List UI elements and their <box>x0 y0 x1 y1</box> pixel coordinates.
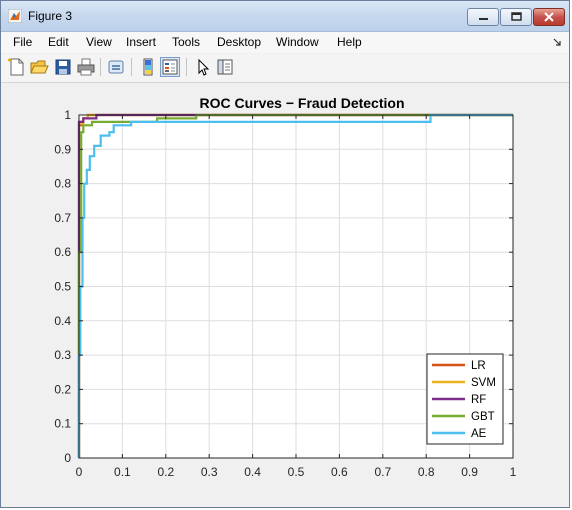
close-icon <box>544 12 554 22</box>
y-tick-label: 0.8 <box>54 177 71 191</box>
link-icon[interactable] <box>106 57 126 77</box>
menu-file[interactable]: File <box>13 35 32 49</box>
y-tick-label: 0.7 <box>54 211 71 225</box>
x-tick-label: 0.3 <box>201 465 218 479</box>
menu-help[interactable]: Help <box>337 35 362 49</box>
save-icon[interactable] <box>53 57 73 77</box>
x-tick-label: 0.2 <box>157 465 174 479</box>
legend-label-ae: AE <box>471 428 487 440</box>
property-editor-icon[interactable] <box>215 57 235 77</box>
x-tick-label: 0 <box>76 465 83 479</box>
legend-label-lr: LR <box>471 360 486 372</box>
toolbar-separator <box>131 58 132 76</box>
x-tick-label: 0.4 <box>244 465 261 479</box>
toolbar-separator <box>100 58 101 76</box>
maximize-icon <box>511 12 522 21</box>
y-tick-label: 0.5 <box>54 280 71 294</box>
roc-plot: 0 0.1 0.2 0.3 0.4 0.5 0.6 0.7 0.8 0.9 1 0 0.1 0.2 0.3 0… <box>54 95 517 479</box>
menu-window[interactable]: Window <box>276 35 319 49</box>
figure-canvas: 0 0.1 0.2 0.3 0.4 0.5 0.6 0.7 0.8 0.9 1 0 0.1 0.2 0.3 0… <box>5 87 567 503</box>
pointer-icon[interactable] <box>193 57 213 77</box>
y-tick-label: 0.3 <box>54 348 71 362</box>
menu-tools[interactable]: Tools <box>172 35 200 49</box>
menu-insert[interactable]: Insert <box>126 35 156 49</box>
x-tick-label: 0.5 <box>288 465 305 479</box>
print-icon[interactable] <box>76 57 96 77</box>
matlab-icon <box>8 9 22 23</box>
minimize-button[interactable] <box>467 8 499 26</box>
x-tick-label: 0.8 <box>418 465 435 479</box>
x-tick-label: 1 <box>510 465 517 479</box>
dock-arrow-icon[interactable] <box>553 38 561 46</box>
toolbar-separator <box>186 58 187 76</box>
x-tick-label: 0.6 <box>331 465 348 479</box>
toolbar <box>1 54 569 83</box>
menu-view[interactable]: View <box>86 35 112 49</box>
open-file-icon[interactable] <box>29 57 49 77</box>
y-tick-label: 0.2 <box>54 382 71 396</box>
y-tick-label: 0.4 <box>54 314 71 328</box>
window-title: Figure 3 <box>28 9 73 23</box>
menu-edit[interactable]: Edit <box>48 35 69 49</box>
x-tick-label: 0.9 <box>461 465 478 479</box>
menu-bar: File Edit View Insert Tools Desktop Wind… <box>1 32 569 53</box>
x-tick-label: 0.7 <box>374 465 391 479</box>
x-tick-label: 0.1 <box>114 465 131 479</box>
y-tick-label: 0.1 <box>54 417 71 431</box>
y-tick-label: 0.6 <box>54 245 71 259</box>
legend-label-svm: SVM <box>471 377 496 389</box>
y-tick-label: 1 <box>64 108 71 122</box>
y-tick-label: 0.9 <box>54 142 71 156</box>
legend-label-gbt: GBT <box>471 411 495 423</box>
figure-window: Figure 3 File Edit View Insert Tools Des… <box>0 0 570 508</box>
maximize-button[interactable] <box>500 8 532 26</box>
menu-desktop[interactable]: Desktop <box>217 35 261 49</box>
colorbar-icon[interactable] <box>138 57 158 77</box>
chart-title: ROC Curves − Fraud Detection <box>200 95 405 111</box>
legend-icon <box>162 59 178 75</box>
legend-label-rf: RF <box>471 394 486 406</box>
close-button[interactable] <box>533 8 565 26</box>
new-figure-icon[interactable] <box>7 57 27 77</box>
minimize-icon <box>479 18 488 20</box>
title-bar[interactable]: Figure 3 <box>1 1 569 32</box>
legend-button[interactable] <box>160 57 180 77</box>
y-tick-label: 0 <box>64 451 71 465</box>
